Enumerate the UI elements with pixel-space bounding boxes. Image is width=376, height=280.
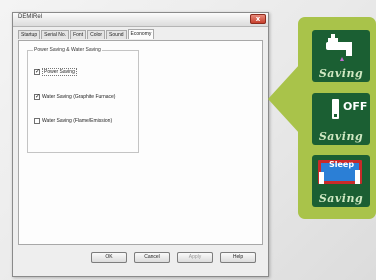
economy-panel: Power Saving & Water Saving ✓ Power Savi… (18, 40, 263, 245)
faucet-icon (326, 34, 352, 61)
tab-sound[interactable]: Sound (106, 30, 127, 39)
water-saving-card: Saving (312, 30, 370, 82)
tab-bar: Startup Serial No. Font Color Sound Econ… (18, 29, 155, 40)
close-button[interactable]: x (250, 14, 266, 24)
water-saving-flame-option[interactable]: Water Saving (Flame/Emission) (34, 117, 112, 125)
sleep-saving-card: Sleep Saving (312, 155, 370, 207)
off-badge: OFF (343, 100, 368, 113)
apply-button[interactable]: Apply (177, 252, 213, 263)
water-saving-furnace-label: Water Saving (Graphite Furnace) (42, 94, 116, 100)
tab-font[interactable]: Font (70, 30, 87, 39)
power-saving-option[interactable]: ✓ Power Saving (34, 68, 77, 76)
tab-economy[interactable]: Economy (127, 29, 155, 39)
water-saving-flame-checkbox[interactable] (34, 118, 40, 124)
power-saving-label: Power Saving (42, 68, 77, 76)
tab-serial-no[interactable]: Serial No. (41, 30, 70, 39)
power-saving-checkbox[interactable]: ✓ (34, 69, 40, 75)
tab-startup[interactable]: Startup (18, 30, 41, 39)
ok-button[interactable]: OK (91, 252, 127, 263)
water-saving-flame-label: Water Saving (Flame/Emission) (42, 118, 113, 124)
power-saving-card: OFF Saving (312, 93, 370, 145)
window-title: DEMIRel (18, 14, 43, 20)
water-saving-furnace-option[interactable]: ✓ Water Saving (Graphite Furnace) (34, 93, 115, 101)
saving-group: Power Saving & Water Saving ✓ Power Savi… (27, 47, 139, 153)
help-button[interactable]: Help (220, 252, 256, 263)
power-saving-label: Saving (318, 130, 364, 143)
sleep-saving-label: Saving (318, 192, 364, 205)
settings-dialog: DEMIRel x Startup Serial No. Font Color … (12, 12, 269, 277)
cancel-button[interactable]: Cancel (134, 252, 170, 263)
group-title: Power Saving & Water Saving (33, 47, 102, 53)
water-saving-label: Saving (318, 67, 364, 80)
callout-pointer (268, 64, 300, 134)
water-saving-furnace-checkbox[interactable]: ✓ (34, 94, 40, 100)
tab-color[interactable]: Color (87, 30, 106, 39)
sleep-badge: Sleep (329, 160, 355, 169)
title-bar: DEMIRel x (13, 13, 268, 27)
